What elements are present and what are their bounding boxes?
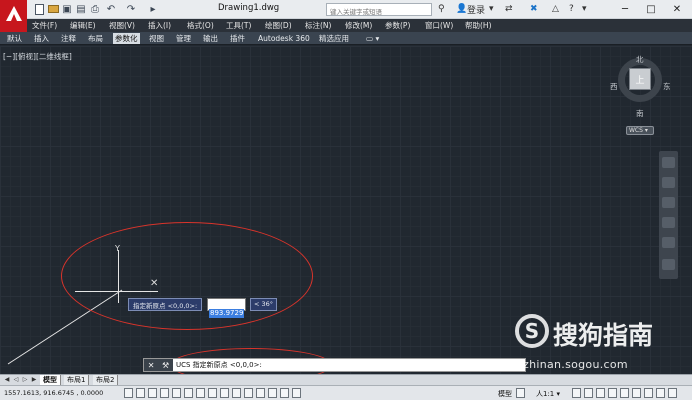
tab-annotate[interactable]: 注释 xyxy=(59,33,78,44)
selection-cycling-icon[interactable] xyxy=(280,388,289,398)
triangle-warning-icon[interactable]: △ xyxy=(552,2,559,16)
close-button[interactable]: ✕ xyxy=(666,0,688,19)
print-icon[interactable]: ⎙ xyxy=(88,2,102,16)
annotation-monitor-icon[interactable] xyxy=(292,388,301,398)
ortho-icon[interactable] xyxy=(160,388,169,398)
annotation-ellipse-ucs xyxy=(61,222,313,330)
minimize-button[interactable]: ─ xyxy=(614,0,636,19)
help-icon[interactable]: ? xyxy=(569,2,574,16)
grid-icon[interactable] xyxy=(148,388,157,398)
sogou-watermark: S 搜狗指南 zhinan.sogou.com xyxy=(515,314,692,374)
menu-file[interactable]: 文件(F) xyxy=(32,19,57,32)
next-layout-icon[interactable]: ▷ xyxy=(21,376,29,384)
redo-icon[interactable]: ↷ xyxy=(124,2,138,16)
qat-dropdown-icon[interactable]: ▸ xyxy=(146,2,160,16)
workspace-gear-icon[interactable] xyxy=(596,388,605,398)
tab-plugins[interactable]: 插件 xyxy=(228,33,247,44)
menu-draw[interactable]: 绘图(D) xyxy=(265,19,292,32)
title-bar: ▣ ▤ ⎙ ↶ ↷ ▸ Drawing1.dwg 键入关键字或短语 ⚲ 👤 登录… xyxy=(0,0,692,19)
status-bar: 1557.1613, 916.6745 , 0.0000 模型 人1:1 ▾ xyxy=(0,385,692,400)
exchange-icon[interactable]: ⇄ xyxy=(505,2,513,16)
transparency-icon[interactable] xyxy=(256,388,265,398)
open-folder-icon[interactable] xyxy=(46,2,60,16)
menu-tools[interactable]: 工具(T) xyxy=(226,19,251,32)
login-label[interactable]: 登录 xyxy=(467,2,485,16)
tab-parametric[interactable]: 参数化 xyxy=(113,33,140,44)
command-line-text[interactable]: UCS 指定新原点 <0,0,0>: xyxy=(176,360,262,370)
menu-format[interactable]: 格式(O) xyxy=(187,19,214,32)
cursor-coordinates: 1557.1613, 916.6745 , 0.0000 xyxy=(4,389,104,397)
clean-screen-icon[interactable] xyxy=(668,388,677,398)
otrack-icon[interactable] xyxy=(208,388,217,398)
menu-modify[interactable]: 修改(M) xyxy=(345,19,372,32)
menu-edit[interactable]: 编辑(E) xyxy=(70,19,96,32)
ribbon-minimize-toggle[interactable]: ▭ ▾ xyxy=(364,33,381,44)
menu-insert[interactable]: 插入(I) xyxy=(148,19,171,32)
login-dropdown-icon[interactable]: ▾ xyxy=(489,2,494,16)
last-layout-icon[interactable]: ▶ xyxy=(30,376,38,384)
lineweight-icon[interactable] xyxy=(244,388,253,398)
toolbar-lock-icon[interactable] xyxy=(608,388,617,398)
tab-layout1[interactable]: 布局1 xyxy=(64,375,90,385)
osnap-icon[interactable] xyxy=(184,388,193,398)
first-layout-icon[interactable]: ◀ xyxy=(3,376,11,384)
window-title: Drawing1.dwg xyxy=(218,3,280,13)
command-close-icon[interactable]: ✕ xyxy=(148,361,155,370)
watermark-brand: 搜狗指南 xyxy=(553,321,654,350)
tab-model[interactable]: 模型 xyxy=(40,375,61,385)
command-line-handle[interactable]: ✕ ⚒ xyxy=(144,359,173,371)
tab-output[interactable]: 输出 xyxy=(201,33,220,44)
new-file-icon[interactable] xyxy=(32,2,46,16)
autocad-logo[interactable] xyxy=(0,0,27,32)
search-input[interactable]: 键入关键字或短语 xyxy=(326,3,432,16)
menu-parameters[interactable]: 参数(P) xyxy=(385,19,410,32)
restore-button[interactable]: □ xyxy=(640,0,662,19)
tab-default[interactable]: 默认 xyxy=(5,33,24,44)
lightbulb-icon[interactable] xyxy=(644,388,653,398)
snap-icon[interactable] xyxy=(136,388,145,398)
watermark-url: zhinan.sogou.com xyxy=(523,358,628,371)
3d-osnap-icon[interactable] xyxy=(196,388,205,398)
drawing-canvas[interactable]: [−][俯视][二维线框] 上 北 南 东 西 WCS ▾ Y ✕ 指定新原点 … xyxy=(0,46,692,382)
tab-view[interactable]: 视图 xyxy=(147,33,166,44)
isolate-objects-icon[interactable] xyxy=(632,388,641,398)
tab-insert[interactable]: 插入 xyxy=(32,33,51,44)
model-space-label[interactable]: 模型 xyxy=(498,389,512,399)
quick-properties-icon[interactable] xyxy=(268,388,277,398)
save-as-icon[interactable]: ▤ xyxy=(74,2,88,16)
autocad-window: ▣ ▤ ⎙ ↶ ↷ ▸ Drawing1.dwg 键入关键字或短语 ⚲ 👤 登录… xyxy=(0,0,692,400)
quick-view-layouts-icon[interactable] xyxy=(516,388,525,398)
sogou-logo-icon: S xyxy=(515,314,549,348)
ducs-icon[interactable] xyxy=(220,388,229,398)
tab-manage[interactable]: 管理 xyxy=(174,33,193,44)
menu-bar: 文件(F) 编辑(E) 视图(V) 插入(I) 格式(O) 工具(T) 绘图(D… xyxy=(27,19,692,32)
dyn-icon[interactable] xyxy=(232,388,241,398)
binoculars-icon[interactable]: ⚲ xyxy=(438,2,445,16)
undo-icon[interactable]: ↶ xyxy=(104,2,118,16)
hardware-acceleration-icon[interactable] xyxy=(620,388,629,398)
user-icon[interactable]: 👤 xyxy=(456,2,467,16)
tab-autodesk-360[interactable]: Autodesk 360 xyxy=(256,33,312,44)
tab-layout2[interactable]: 布局2 xyxy=(93,375,119,385)
polar-icon[interactable] xyxy=(172,388,181,398)
infer-constraints-icon[interactable] xyxy=(124,388,133,398)
command-line[interactable]: ✕ ⚒ UCS 指定新原点 <0,0,0>: xyxy=(143,358,526,372)
menu-window[interactable]: 窗口(W) xyxy=(425,19,453,32)
save-icon[interactable]: ▣ xyxy=(60,2,74,16)
command-customize-icon[interactable]: ⚒ xyxy=(162,361,169,370)
prev-layout-icon[interactable]: ◁ xyxy=(12,376,20,384)
tab-featured-apps[interactable]: 精选应用 xyxy=(317,33,351,44)
autodesk-x-icon[interactable]: ✖ xyxy=(530,2,538,16)
tab-layout[interactable]: 布局 xyxy=(86,33,105,44)
ribbon-tab-bar: 默认 插入 注释 布局 参数化 视图 管理 输出 插件 Autodesk 360… xyxy=(0,32,692,45)
status-menu-icon[interactable] xyxy=(656,388,665,398)
menu-view[interactable]: 视图(V) xyxy=(109,19,135,32)
menu-help[interactable]: 帮助(H) xyxy=(465,19,492,32)
help-dropdown-icon[interactable]: ▾ xyxy=(582,2,587,16)
menu-dimension[interactable]: 标注(N) xyxy=(305,19,331,32)
annotation-visibility-icon[interactable] xyxy=(572,388,581,398)
annotation-scale[interactable]: 人1:1 ▾ xyxy=(536,389,560,399)
auto-scale-icon[interactable] xyxy=(584,388,593,398)
layout-tab-bar: ◀ ◁ ▷ ▶ 模型 布局1 布局2 xyxy=(0,374,692,385)
